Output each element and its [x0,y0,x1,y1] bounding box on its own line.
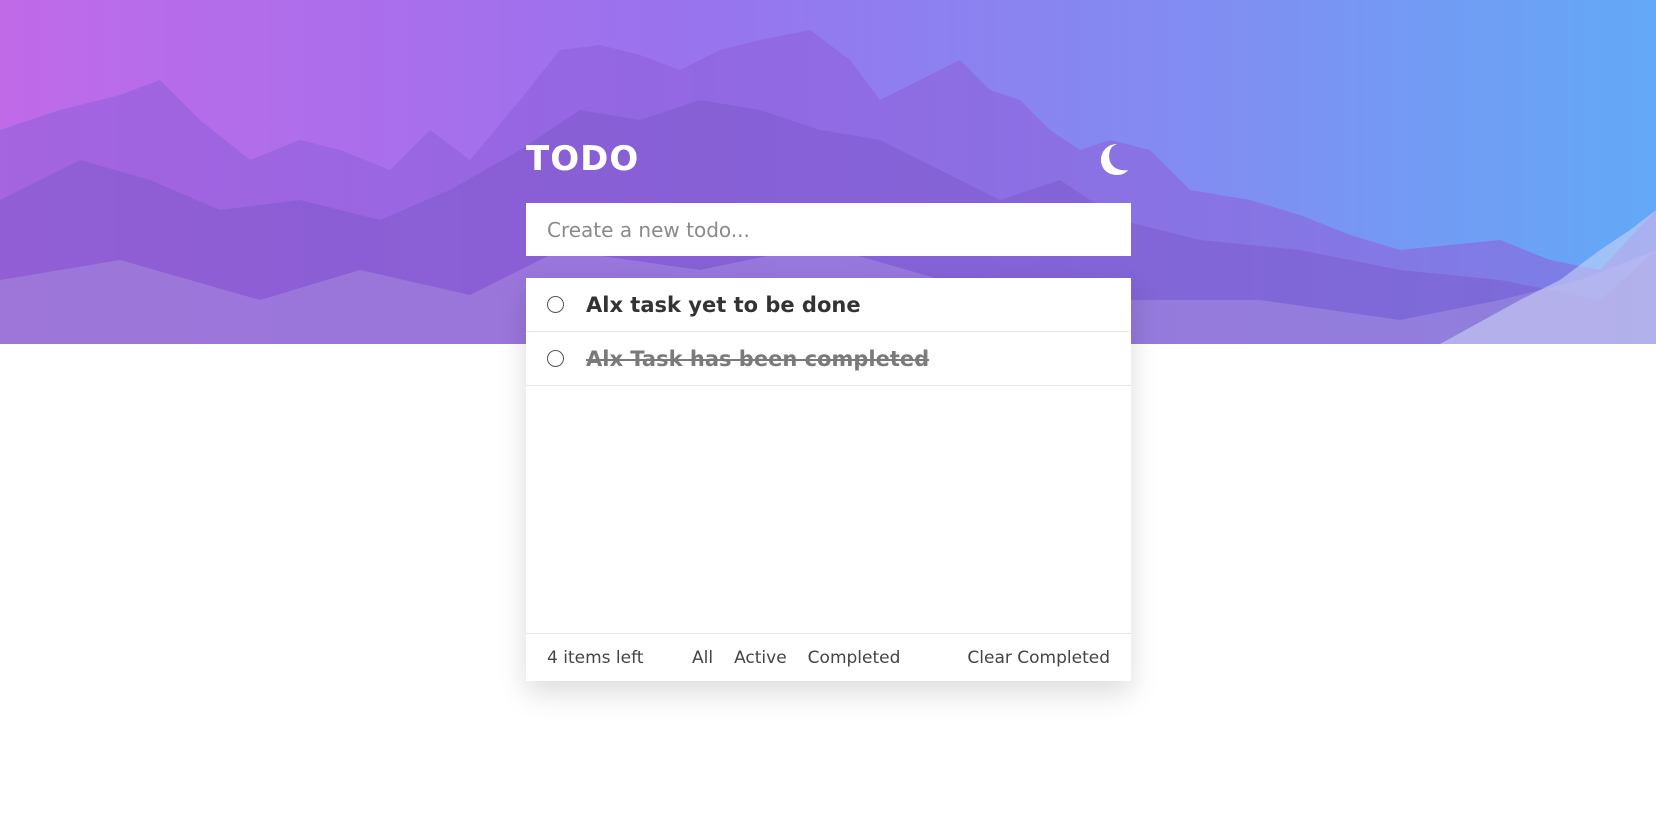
clear-completed-button[interactable]: Clear Completed [967,648,1110,668]
todo-list: Alx task yet to be done Alx Task has bee… [526,278,1131,681]
todo-item: Alx task yet to be done [526,278,1131,332]
moon-icon [1101,144,1128,175]
todo-footer: 4 items left All Active Completed Clear … [526,633,1131,681]
todo-item-text[interactable]: Alx Task has been completed [586,347,929,371]
theme-toggle-button[interactable] [1093,139,1133,179]
filter-group: All Active Completed [692,648,900,668]
complete-checkbox[interactable] [547,296,564,313]
todo-app: TODO Alx task yet to be done Alx Task ha… [526,130,1131,681]
items-left-count: 4 items left [547,647,644,668]
app-header: TODO [526,130,1131,188]
todo-item-text[interactable]: Alx task yet to be done [586,293,861,317]
todo-item-completed: Alx Task has been completed [526,332,1131,386]
new-todo-input[interactable] [547,217,1131,242]
app-title: TODO [526,139,640,179]
new-todo-field[interactable] [526,203,1131,256]
filter-active[interactable]: Active [734,648,787,668]
filter-completed[interactable]: Completed [808,648,901,668]
filter-all[interactable]: All [692,648,713,668]
complete-checkbox[interactable] [547,350,564,367]
